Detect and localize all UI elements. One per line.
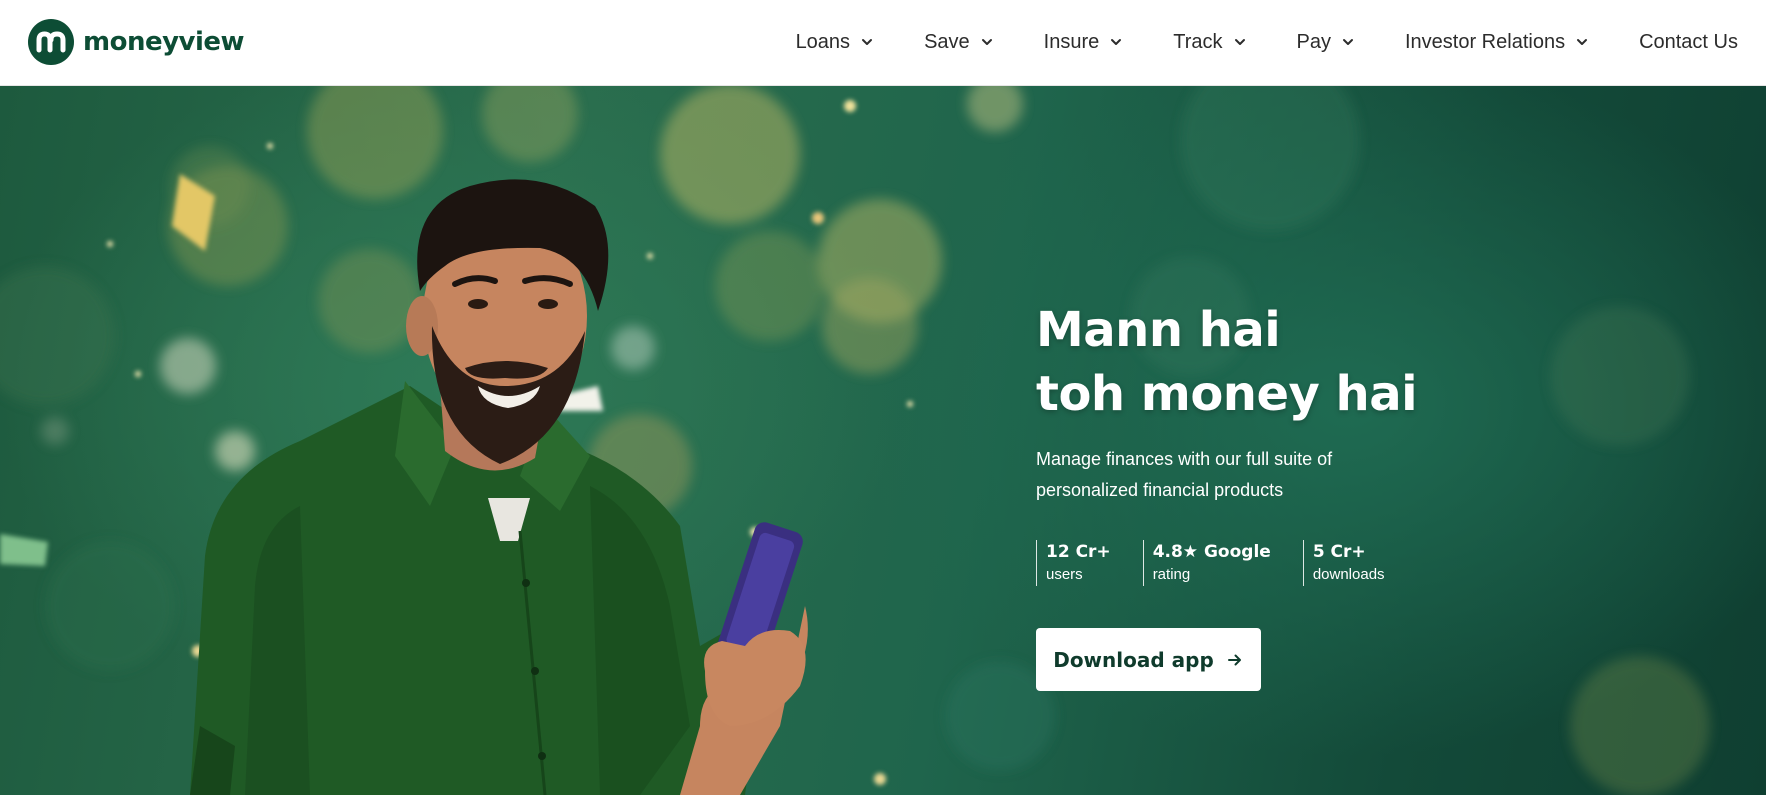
stat-value: 4.8★ Google <box>1152 542 1271 562</box>
stat-label: rating <box>1152 566 1191 583</box>
nav-item-save[interactable]: Save <box>924 31 994 54</box>
headline-line-1: Mann hai <box>1036 302 1281 358</box>
nav-item-investor-relations[interactable]: Investor Relations <box>1405 31 1589 54</box>
stat-value: 12 Cr+ <box>1046 542 1111 562</box>
chevron-down-icon <box>981 39 992 45</box>
stat-value: 5 Cr+ <box>1312 542 1366 562</box>
hero-copy: Mann hai toh money hai Manage finances w… <box>1036 298 1556 691</box>
chevron-down-icon <box>862 39 873 45</box>
nav-item-label: Insure <box>1043 30 1100 53</box>
stats-row: 12 Cr+ users 4.8★ Google rating 5 Cr+ do… <box>1036 540 1556 586</box>
stat-label: downloads <box>1312 566 1385 583</box>
nav-item-label: Contact Us <box>1639 30 1738 53</box>
download-app-label: Download app <box>1053 647 1214 672</box>
arrow-right-icon <box>1227 654 1241 665</box>
nav-item-label: Save <box>924 30 970 53</box>
stat-users: 12 Cr+ users <box>1036 540 1111 586</box>
hero-subtext: Manage finances with our full suite of p… <box>1036 449 1333 500</box>
main-nav: Loans Save Insure Track Pay Investor Rel… <box>796 0 1738 84</box>
brand-name: moneyview <box>83 27 245 57</box>
hero-banner: Mann hai toh money hai Manage finances w… <box>0 86 1766 795</box>
headline-line-2: toh money hai <box>1036 366 1418 422</box>
stat-rating: 4.8★ Google rating <box>1142 540 1271 586</box>
nav-item-insure[interactable]: Insure <box>1044 31 1124 54</box>
nav-item-contact-us[interactable]: Contact Us <box>1639 31 1738 54</box>
chevron-down-icon <box>1234 39 1245 45</box>
nav-item-pay[interactable]: Pay <box>1297 31 1355 54</box>
chevron-down-icon <box>1342 39 1353 45</box>
nav-item-label: Track <box>1173 30 1223 53</box>
nav-item-label: Pay <box>1296 30 1331 53</box>
brand-logo[interactable]: moneyview <box>28 18 245 66</box>
chevron-down-icon <box>1111 39 1122 45</box>
stat-label: users <box>1046 566 1083 583</box>
hero-headline: Mann hai toh money hai <box>1036 298 1556 426</box>
nav-item-label: Investor Relations <box>1404 30 1566 53</box>
download-app-button[interactable]: Download app <box>1036 628 1261 691</box>
chevron-down-icon <box>1577 39 1588 45</box>
site-header: moneyview Loans Save Insure Track Pay In… <box>0 0 1766 86</box>
nav-item-label: Loans <box>795 30 851 53</box>
nav-item-track[interactable]: Track <box>1173 31 1246 54</box>
nav-item-loans[interactable]: Loans <box>796 31 875 54</box>
moneyview-m-logo-icon <box>28 19 74 65</box>
stat-downloads: 5 Cr+ downloads <box>1302 540 1385 586</box>
